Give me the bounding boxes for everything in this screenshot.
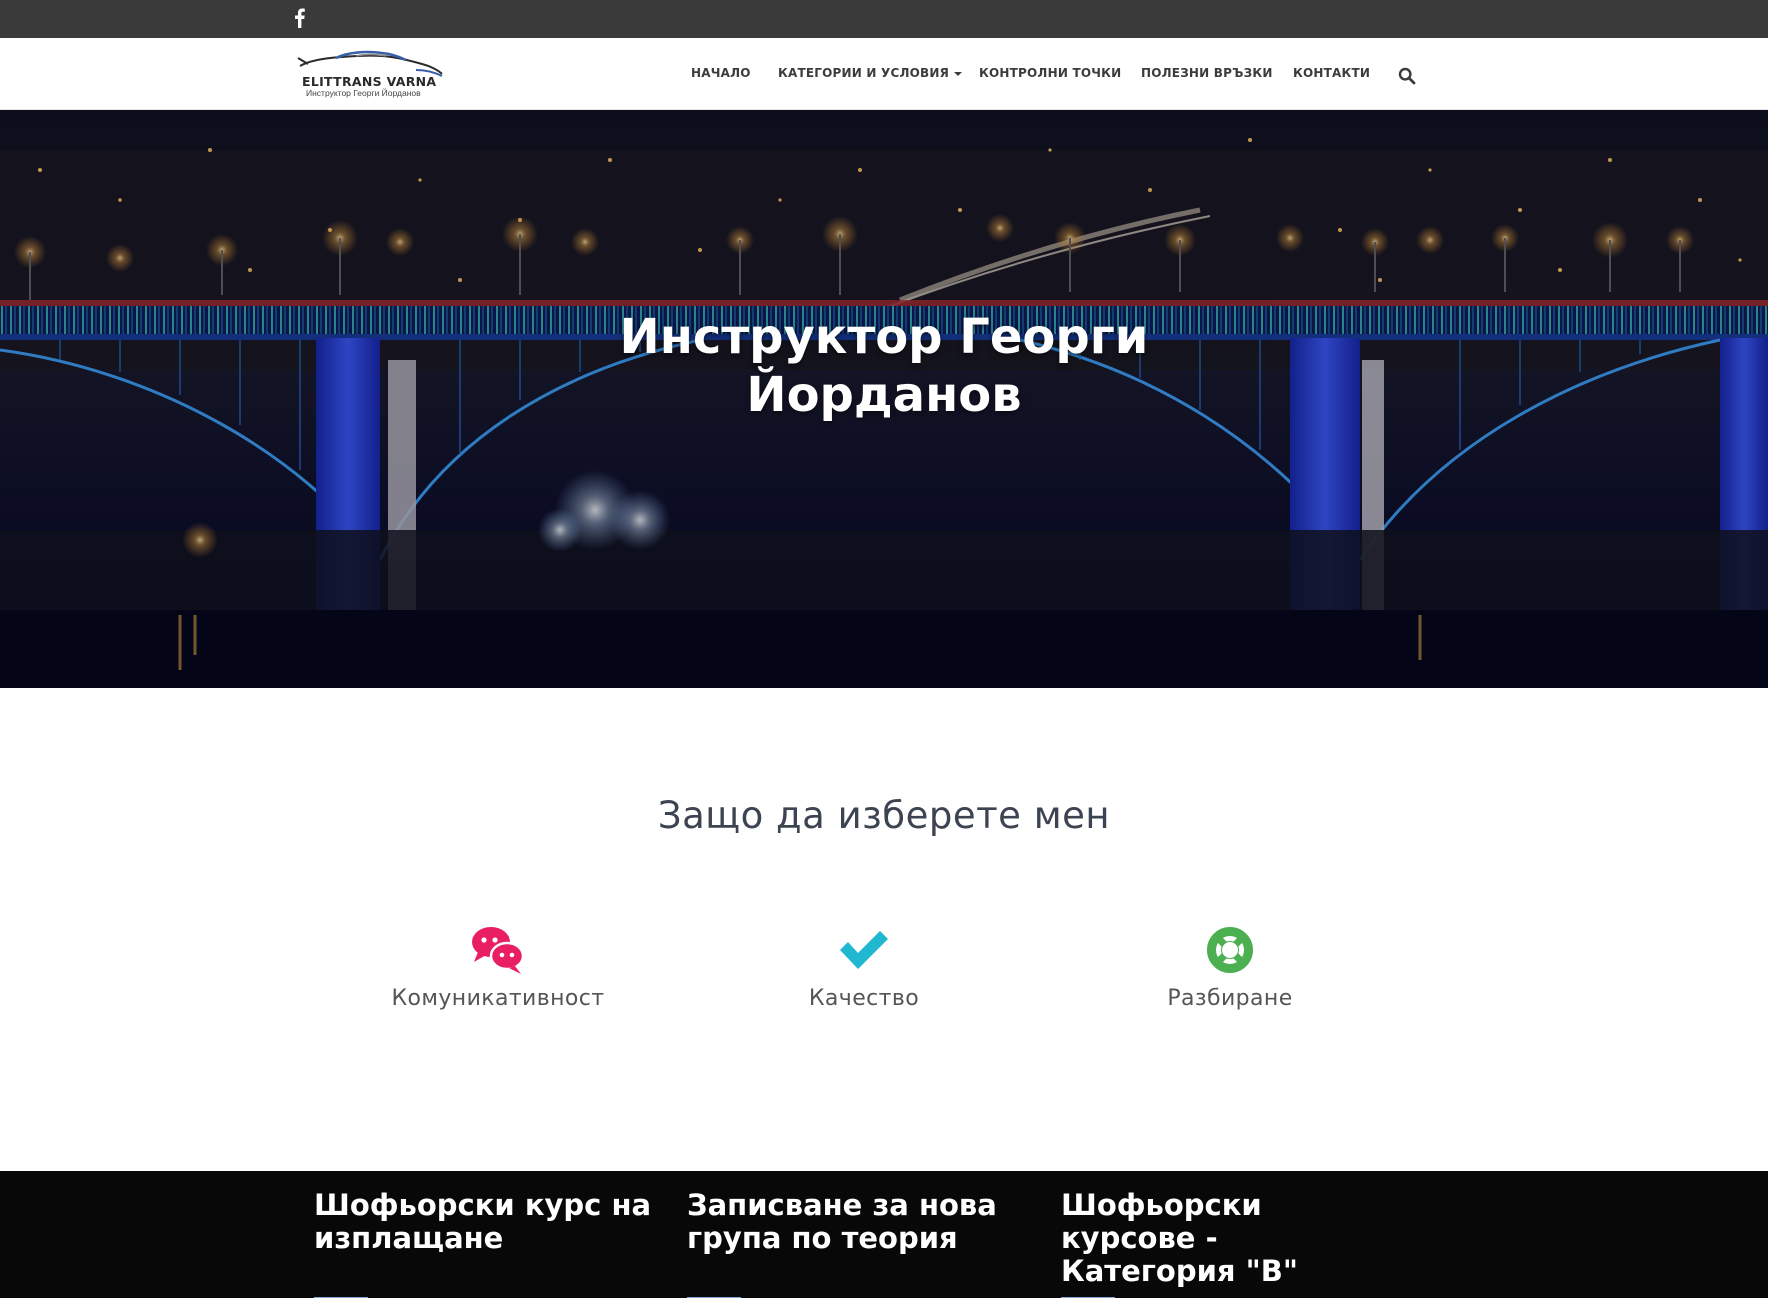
band-item-title[interactable]: Шофьорски курсове - Категория "В" [1061,1189,1401,1288]
chevron-down-icon [954,71,963,76]
band-item-title[interactable]: Шофьорски курс на изплащане [314,1189,654,1255]
top-bar [0,0,1768,38]
features-title: Защо да изберете мен [657,794,1111,837]
feature-quality: Качество [704,924,1024,1011]
nav-item-categories[interactable]: КАТЕГОРИИ И УСЛОВИЯ [778,66,963,80]
nav-item-home[interactable]: НАЧАЛО [691,66,751,80]
band-item-new-theory-group[interactable]: Записване за нова група по теория [687,1189,1027,1298]
feature-label-quality: Качество [808,986,920,1011]
bottom-band: Шофьорски курс на изплащане Записване за… [0,1171,1768,1298]
site-logo[interactable]: ELITTRANS VARNA Инструктор Георги Йордан… [296,48,444,102]
feature-understanding: Разбиране [1070,924,1390,1011]
lifebuoy-icon [1207,927,1253,973]
search-icon[interactable] [1398,67,1416,85]
feature-label-communication: Комуникативност [391,986,605,1011]
facebook-icon[interactable] [292,8,308,28]
navbar: ELITTRANS VARNA Инструктор Георги Йордан… [0,38,1768,110]
feature-label-understanding: Разбиране [1167,986,1293,1011]
feature-communication: Комуникативност [338,924,658,1011]
logo-subtitle: Инструктор Георги Йорданов [306,88,421,98]
nav-item-useful-links[interactable]: ПОЛЕЗНИ ВРЪЗКИ [1141,66,1273,80]
band-item-category-b[interactable]: Шофьорски курсове - Категория "В" [1061,1189,1401,1298]
hero-banner: Инструктор Георги Йорданов [0,110,1768,688]
band-item-title[interactable]: Записване за нова група по теория [687,1189,1027,1255]
logo-name: ELITTRANS VARNA [302,74,437,89]
nav-item-checkpoints[interactable]: КОНТРОЛНИ ТОЧКИ [979,66,1121,80]
checkmark-icon [840,931,888,969]
band-item-installment-course[interactable]: Шофьорски курс на изплащане [314,1189,654,1298]
chat-bubbles-icon [472,927,525,974]
nav-item-contacts[interactable]: КОНТАКТИ [1293,66,1370,80]
hero-title: Инструктор Георги Йорданов [619,309,1149,423]
